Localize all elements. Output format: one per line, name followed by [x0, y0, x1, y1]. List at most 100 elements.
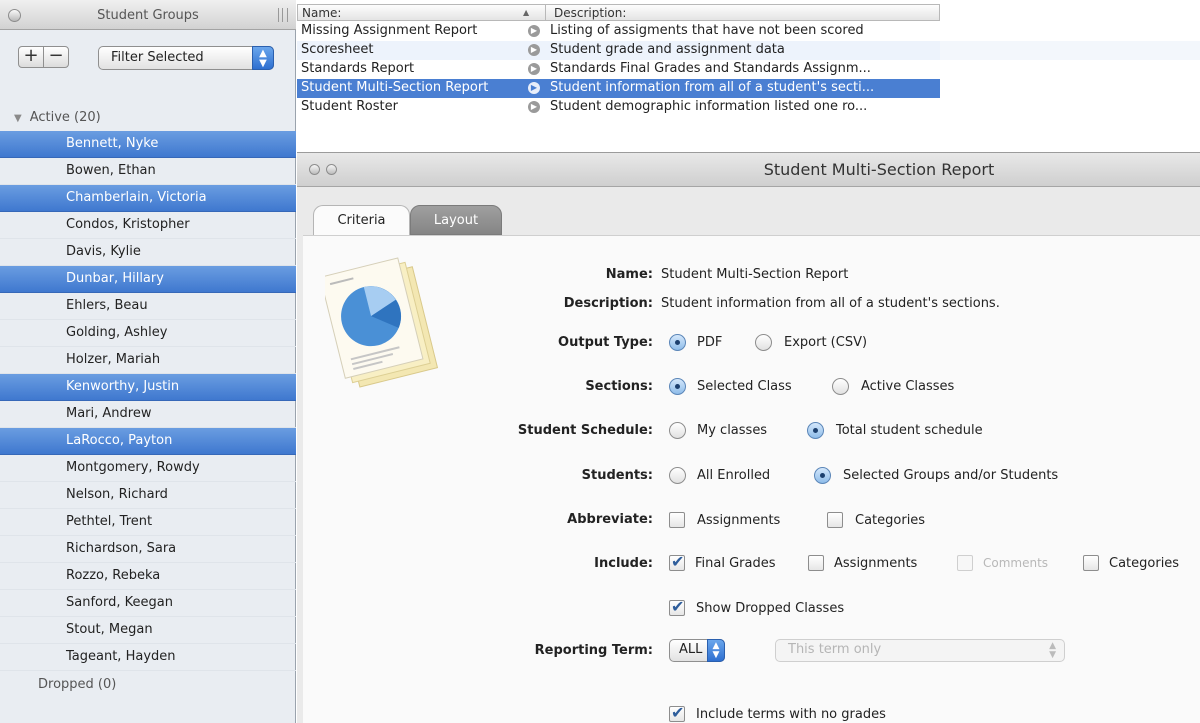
resize-grip-icon[interactable]: [278, 8, 288, 22]
filter-select[interactable]: Filter Selected ▲ ▼: [98, 46, 274, 70]
schedule-my-classes-radio[interactable]: [669, 422, 686, 439]
students-selected-groups-radio[interactable]: [814, 467, 831, 484]
go-arrow-icon[interactable]: ▶: [528, 63, 540, 75]
term-scope-value: This term only: [788, 642, 882, 657]
abbreviate-categories-checkbox[interactable]: [827, 512, 843, 528]
student-list-item[interactable]: Richardson, Sara: [0, 536, 296, 563]
description-value: Student information from all of a studen…: [661, 296, 1000, 311]
name-value: Student Multi-Section Report: [661, 267, 849, 282]
report-document-icon: [325, 257, 439, 388]
student-list-item[interactable]: Dunbar, Hillary: [0, 266, 296, 293]
students-all-enrolled-label: All Enrolled: [697, 468, 771, 483]
group-list: ▼ Active (20) Bennett, Nyke Bowen, Ethan Ch…: [0, 104, 296, 698]
filter-select-value: Filter Selected: [111, 50, 204, 65]
schedule-total-radio[interactable]: [807, 422, 824, 439]
name-label: Name:: [605, 267, 653, 282]
include-label: Include:: [594, 556, 653, 571]
go-arrow-icon[interactable]: ▶: [528, 44, 540, 56]
go-arrow-icon[interactable]: ▶: [528, 101, 540, 113]
disclosure-triangle-icon[interactable]: ▼: [14, 113, 22, 124]
student-list-item[interactable]: Condos, Kristopher: [0, 212, 296, 239]
sort-ascending-icon[interactable]: ▲: [523, 8, 529, 17]
sections-active-classes-radio[interactable]: [832, 378, 849, 395]
tab-layout[interactable]: Layout: [410, 205, 502, 235]
panel-title: Student Multi-Section Report: [763, 160, 995, 179]
student-list-item[interactable]: Ehlers, Beau: [0, 293, 296, 320]
term-scope-select[interactable]: This term only ▲ ▼: [775, 639, 1065, 662]
student-list-item[interactable]: Kenworthy, Justin: [0, 374, 296, 401]
tab-criteria[interactable]: Criteria: [313, 205, 410, 235]
include-final-grades-label: Final Grades: [695, 556, 776, 571]
student-list-item[interactable]: Chamberlain, Victoria: [0, 185, 296, 212]
abbreviate-label: Abbreviate:: [567, 512, 653, 527]
minimize-icon[interactable]: [326, 164, 337, 175]
report-row[interactable]: Student Roster ▶ Student demographic infor…: [297, 98, 1200, 117]
report-name: Missing Assignment Report: [301, 23, 478, 38]
group-active[interactable]: ▼ Active (20): [0, 104, 296, 131]
student-list-item[interactable]: Bowen, Ethan: [0, 158, 296, 185]
reporting-term-select[interactable]: ALL ▲ ▼: [669, 639, 725, 662]
student-list-item[interactable]: Stout, Megan: [0, 617, 296, 644]
column-header-name[interactable]: Name:: [302, 6, 341, 20]
student-list-item[interactable]: Golding, Ashley: [0, 320, 296, 347]
student-list-item[interactable]: Montgomery, Rowdy: [0, 455, 296, 482]
sidebar-toolbar: + − Filter Selected ▲ ▼: [0, 30, 296, 88]
student-list-item[interactable]: Bennett, Nyke: [0, 131, 296, 158]
sidebar-title: Student Groups: [97, 8, 199, 23]
report-name: Student Roster: [301, 99, 398, 114]
student-list-item[interactable]: Rozzo, Rebeka: [0, 563, 296, 590]
output-type-label: Output Type:: [558, 335, 653, 350]
output-pdf-label: PDF: [697, 335, 723, 350]
include-categories-label: Categories: [1109, 556, 1180, 571]
report-row[interactable]: Missing Assignment Report ▶ Listing of ass…: [297, 22, 1200, 41]
student-list-item[interactable]: Holzer, Mariah: [0, 347, 296, 374]
sections-selected-class-label: Selected Class: [697, 379, 792, 394]
students-all-enrolled-radio[interactable]: [669, 467, 686, 484]
add-group-button[interactable]: +: [18, 46, 44, 68]
report-name: Standards Report: [301, 61, 415, 76]
output-pdf-radio[interactable]: [669, 334, 686, 351]
abbreviate-assignments-checkbox[interactable]: [669, 512, 685, 528]
report-name: Scoresheet: [301, 42, 374, 57]
report-table: Name: ▲ Description: Missing Assignment …: [297, 0, 1200, 152]
report-description: Listing of assigments that have not been…: [550, 23, 864, 38]
include-comments-checkbox[interactable]: [957, 555, 973, 571]
report-panel: Student Multi-Section Report Criteria La…: [297, 152, 1200, 723]
report-description: Student information from all of a studen…: [550, 80, 875, 95]
panel-titlebar: Student Multi-Section Report: [297, 153, 1200, 187]
show-dropped-classes-label: Show Dropped Classes: [696, 601, 845, 616]
include-categories-checkbox[interactable]: [1083, 555, 1099, 571]
student-list-item[interactable]: LaRocco, Payton: [0, 428, 296, 455]
students-label: Students:: [581, 468, 653, 483]
output-csv-radio[interactable]: [755, 334, 772, 351]
reporting-term-value: ALL: [679, 642, 703, 657]
abbreviate-categories-label: Categories: [855, 513, 926, 528]
go-arrow-icon[interactable]: ▶: [528, 25, 540, 37]
report-description: Student grade and assignment data: [550, 42, 785, 57]
go-arrow-icon[interactable]: ▶: [528, 82, 540, 94]
student-list-item[interactable]: Nelson, Richard: [0, 482, 296, 509]
remove-group-button[interactable]: −: [43, 46, 69, 68]
updown-arrows-icon: ▲ ▼: [707, 639, 725, 662]
student-list-item[interactable]: Davis, Kylie: [0, 239, 296, 266]
student-list-item[interactable]: Mari, Andrew: [0, 401, 296, 428]
student-groups-sidebar: Student Groups + − Filter Selected ▲ ▼ ▼ A…: [0, 0, 296, 723]
include-final-grades-checkbox[interactable]: [669, 552, 685, 571]
sections-selected-class-radio[interactable]: [669, 378, 686, 395]
report-row[interactable]: Standards Report ▶ Standards Final Grades …: [297, 60, 1200, 79]
group-active-label: Active (20): [29, 110, 101, 125]
include-terms-no-grades-checkbox[interactable]: [669, 703, 685, 722]
report-row[interactable]: Scoresheet ▶ Student grade and assignment …: [297, 41, 1200, 60]
student-list-item[interactable]: Sanford, Keegan: [0, 590, 296, 617]
close-icon[interactable]: [309, 164, 320, 175]
include-assignments-checkbox[interactable]: [808, 555, 824, 571]
sidebar-header: Student Groups: [0, 0, 296, 30]
show-dropped-classes-checkbox[interactable]: [669, 597, 685, 616]
student-list-item[interactable]: Tageant, Hayden: [0, 644, 296, 671]
student-list-item[interactable]: Pethtel, Trent: [0, 509, 296, 536]
group-dropped[interactable]: Dropped (0): [0, 671, 296, 698]
sections-active-classes-label: Active Classes: [861, 379, 955, 394]
column-header-description[interactable]: Description:: [554, 6, 626, 20]
report-row[interactable]: Student Multi-Section Report ▶ Student inf…: [297, 79, 1200, 98]
updown-arrows-icon: ▲ ▼: [252, 46, 274, 70]
